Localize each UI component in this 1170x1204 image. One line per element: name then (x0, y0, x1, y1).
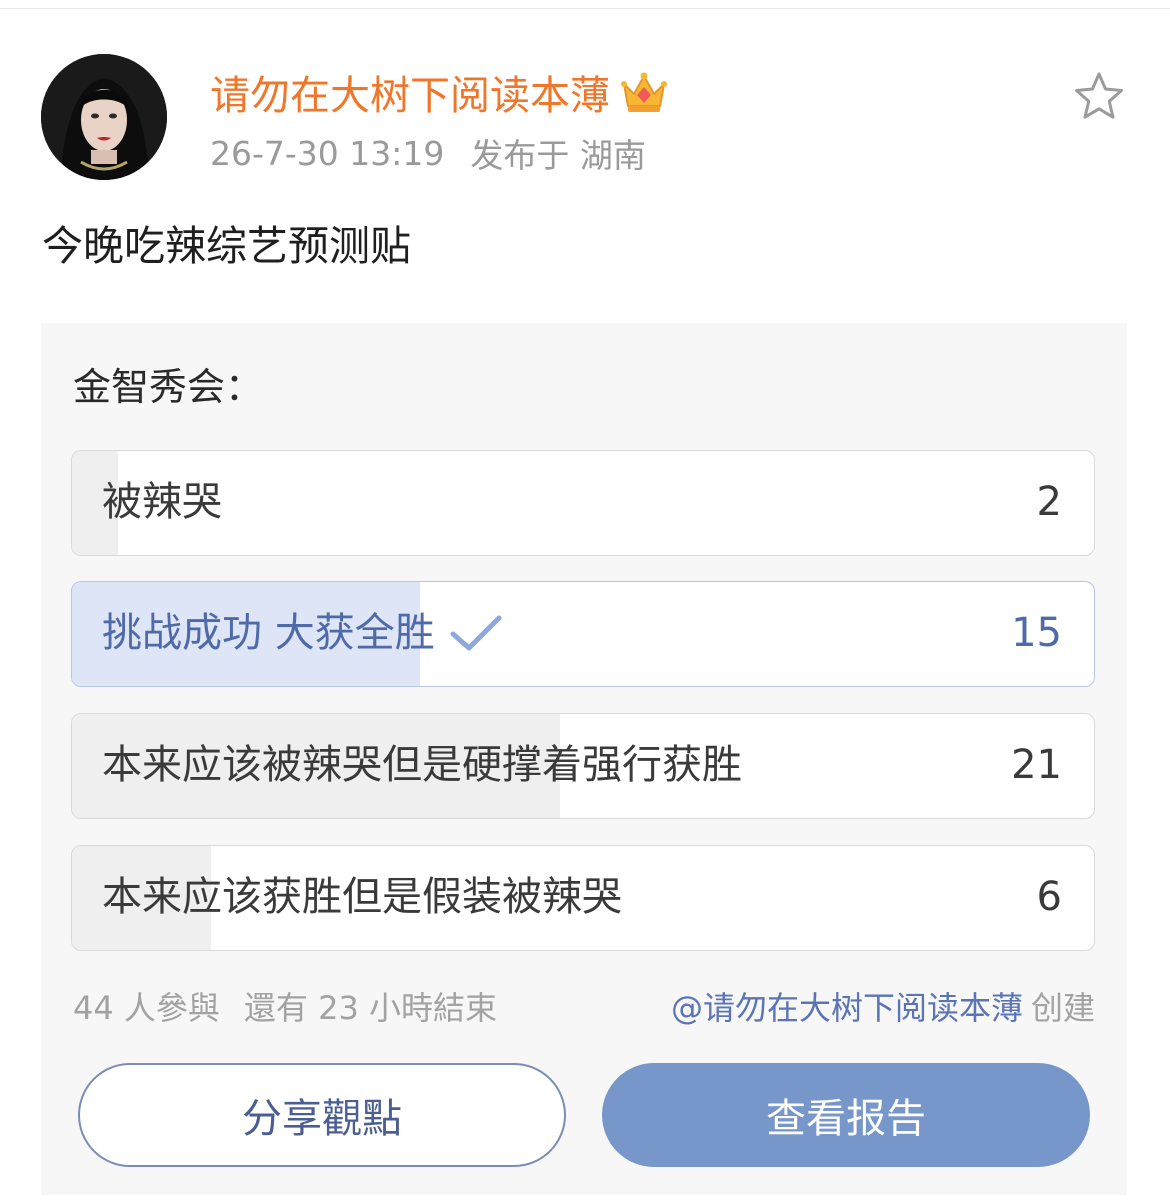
time-remaining: 還有 23 小時結束 (243, 989, 497, 1027)
poll-option-3-count: 21 (1011, 742, 1062, 788)
poll-option-4-count: 6 (1036, 874, 1062, 920)
share-opinion-button[interactable]: 分享觀點 (78, 1063, 566, 1167)
creator-link[interactable]: @请勿在大树下阅读本薄 (671, 985, 1023, 1031)
poll-option-3[interactable]: 本来应该被辣哭但是硬撑着强行获胜 21 (71, 713, 1095, 819)
poll-option-1-label: 被辣哭 (102, 479, 222, 525)
poll-option-1[interactable]: 被辣哭 2 (71, 450, 1095, 556)
post-meta: 26-7-30 13:19 发布于 湖南 (210, 130, 646, 176)
avatar-image (41, 54, 167, 180)
top-divider (0, 8, 1170, 9)
view-report-button[interactable]: 查看报告 (602, 1063, 1090, 1167)
star-icon[interactable] (1072, 70, 1126, 124)
check-icon (450, 615, 502, 650)
author-name[interactable]: 请勿在大树下阅读本薄 (210, 63, 610, 121)
poll-option-2-label: 挑战成功 大获全胜 (102, 610, 435, 656)
poll-card: 金智秀会： 被辣哭 2 挑战成功 大获全胜 15 本来应该被辣哭但是硬撑着强行获… (41, 323, 1127, 1195)
poll-option-2-count: 15 (1011, 610, 1062, 656)
crown-icon (621, 72, 667, 112)
avatar[interactable] (41, 54, 167, 180)
post-location: 发布于 湖南 (470, 136, 646, 175)
author-row: 请勿在大树下阅读本薄 (210, 64, 668, 120)
created-label: 创建 (1030, 989, 1095, 1027)
poll-option-1-count: 2 (1036, 479, 1062, 525)
post-timestamp: 26-7-30 13:19 (210, 133, 445, 173)
participant-count: 44 人參與 (73, 989, 220, 1027)
poll-option-4-label: 本来应该获胜但是假装被辣哭 (102, 874, 622, 920)
poll-option-3-label: 本来应该被辣哭但是硬撑着强行获胜 (102, 742, 742, 788)
poll-title: 金智秀会： (73, 365, 264, 409)
poll-option-2[interactable]: 挑战成功 大获全胜 15 (71, 581, 1095, 687)
post-text: 今晚吃辣综艺预测贴 (42, 222, 411, 270)
poll-footer: 44 人參與 還有 23 小時結束 @请勿在大树下阅读本薄 创建 (73, 985, 1095, 1031)
poll-option-4[interactable]: 本来应该获胜但是假装被辣哭 6 (71, 845, 1095, 951)
